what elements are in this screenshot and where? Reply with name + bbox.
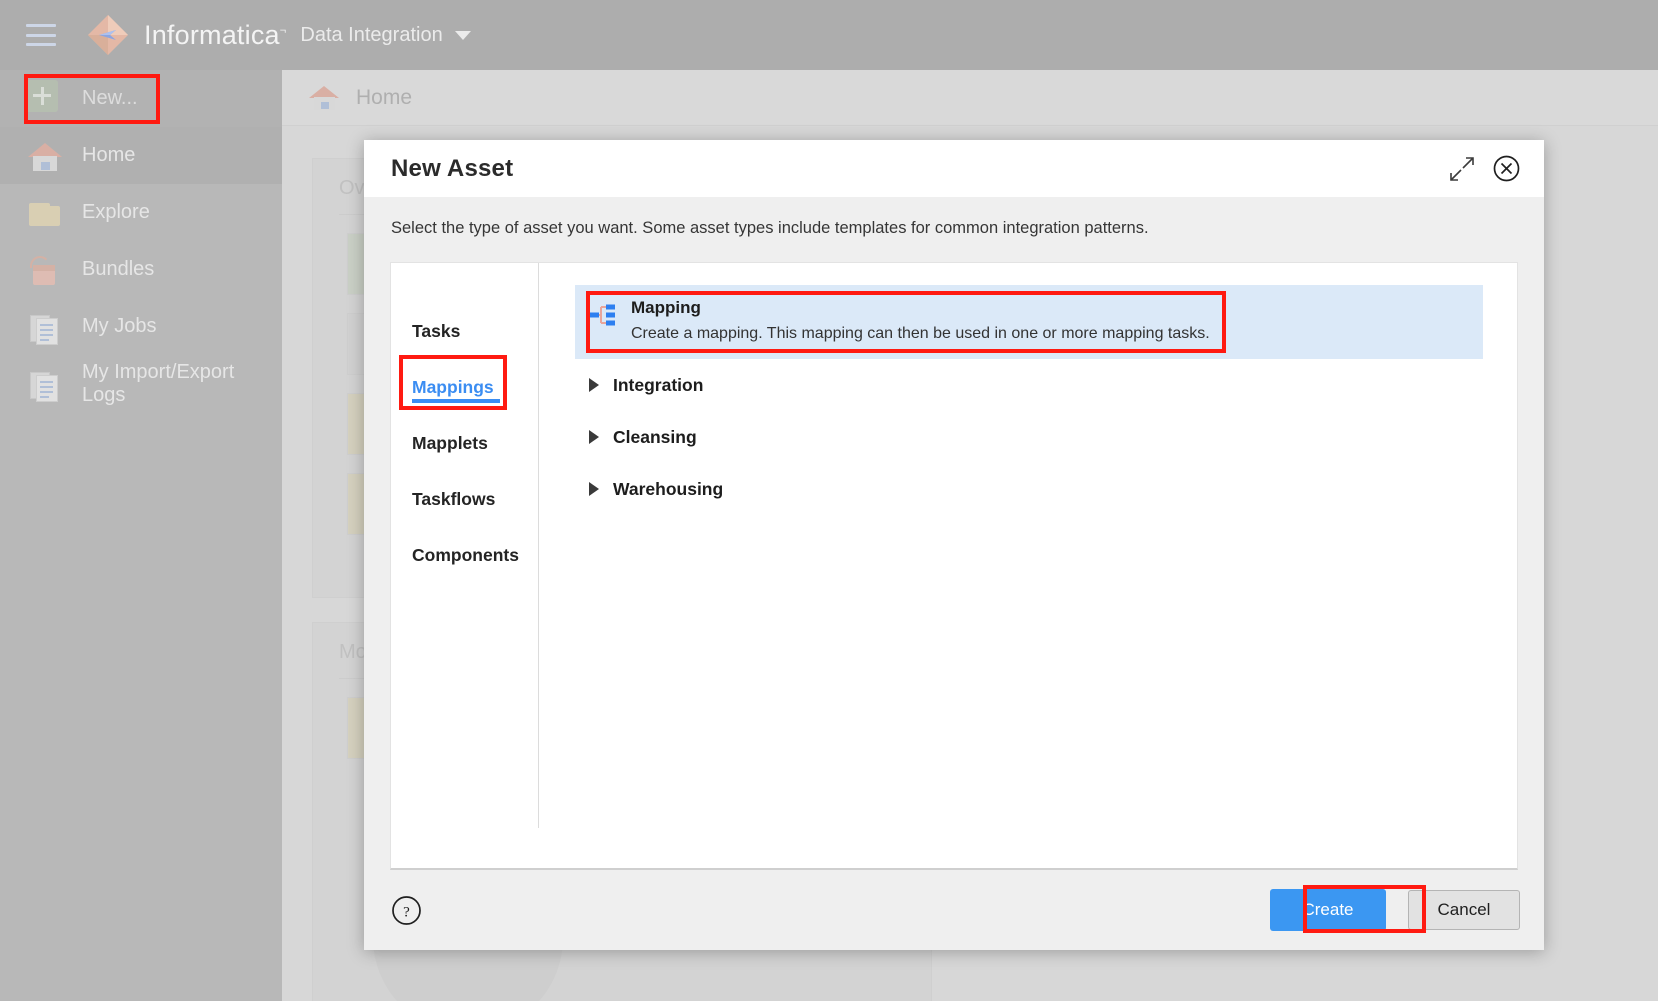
tab-mappings[interactable]: Mappings — [391, 359, 538, 415]
tab-active-underline — [412, 399, 500, 403]
chevron-right-icon — [589, 378, 599, 392]
dialog-header: New Asset — [364, 140, 1544, 197]
asset-option-name: Mapping — [631, 297, 1210, 318]
tab-label: Taskflows — [412, 489, 495, 510]
expand-diagonal-icon[interactable] — [1449, 156, 1475, 182]
asset-type-list: Mapping Create a mapping. This mapping c… — [539, 263, 1517, 868]
help-circle-icon[interactable]: ? — [391, 895, 422, 926]
cancel-button[interactable]: Cancel — [1408, 890, 1520, 930]
svg-text:?: ? — [403, 904, 410, 920]
tab-taskflows[interactable]: Taskflows — [391, 471, 538, 527]
mapping-icon — [589, 302, 617, 328]
category-cleansing[interactable]: Cleansing — [589, 411, 1517, 463]
asset-option-description: Create a mapping. This mapping can then … — [631, 324, 1210, 345]
asset-option-text: Mapping Create a mapping. This mapping c… — [631, 297, 1210, 345]
tab-mapplets[interactable]: Mapplets — [391, 415, 538, 471]
chevron-right-icon — [589, 430, 599, 444]
asset-category-tabs: Tasks Mappings Mapplets Taskflows Compon… — [391, 263, 539, 828]
dialog-footer: ? Create Cancel — [364, 870, 1544, 950]
category-label: Warehousing — [613, 479, 723, 500]
app-root: Informatica¬ Data Integration New... Hom… — [0, 0, 1658, 1001]
dialog-action-buttons: Create Cancel — [1270, 889, 1520, 931]
create-button[interactable]: Create — [1270, 889, 1386, 931]
category-warehousing[interactable]: Warehousing — [589, 463, 1517, 515]
close-circle-icon[interactable] — [1493, 155, 1520, 182]
tab-components[interactable]: Components — [391, 527, 538, 583]
chevron-right-icon — [589, 482, 599, 496]
new-asset-dialog: New Asset — [364, 140, 1544, 950]
dialog-subtitle: Select the type of asset you want. Some … — [364, 197, 1544, 238]
tab-label: Mapplets — [412, 433, 488, 454]
category-integration[interactable]: Integration — [589, 359, 1517, 411]
category-label: Integration — [613, 375, 703, 396]
tab-label: Tasks — [412, 321, 460, 342]
tab-tasks[interactable]: Tasks — [391, 303, 538, 359]
page-title: New Asset — [391, 155, 513, 183]
dialog-header-actions — [1449, 155, 1520, 182]
asset-option-mapping[interactable]: Mapping Create a mapping. This mapping c… — [575, 285, 1483, 359]
tab-label: Components — [412, 545, 519, 566]
tab-label: Mappings — [412, 377, 494, 398]
category-label: Cleansing — [613, 427, 697, 448]
dialog-body: Tasks Mappings Mapplets Taskflows Compon… — [390, 262, 1518, 870]
